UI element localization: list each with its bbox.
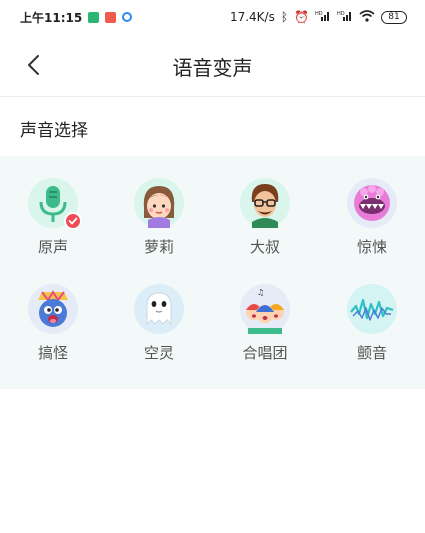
voice-option-label: 空灵 (143, 344, 174, 362)
voice-option-label: 原声 (37, 238, 68, 256)
avatar (28, 284, 78, 334)
selected-check-icon (64, 212, 82, 230)
uncle-avatar-icon (251, 184, 279, 228)
avatar (240, 178, 290, 228)
voice-option-loli[interactable]: 萝莉 (106, 178, 212, 257)
page-title: 语音变声 (172, 56, 253, 80)
avatar (347, 178, 397, 228)
avatar (347, 284, 397, 334)
voice-option-ethereal[interactable]: 空灵 (106, 284, 212, 363)
signal-hd-icon: HD (337, 10, 353, 24)
avatar (134, 178, 184, 228)
battery-indicator: 81 (381, 10, 407, 24)
voice-selection-panel: 原声 萝莉 大叔 惊悚 搞怪 空灵 ♫ 合唱团 颤音 (0, 156, 425, 389)
header-divider (0, 96, 425, 97)
status-bar: 上午11:15 17.4K/s ᛒ ⏰ HD HD 81 (0, 0, 425, 34)
voice-option-label: 搞怪 (37, 344, 68, 362)
nav-bar: 语音变声 (0, 34, 425, 96)
section-title: 声音选择 (20, 121, 88, 141)
voice-option-label: 颤音 (356, 344, 387, 362)
voice-option-uncle[interactable]: 大叔 (212, 178, 318, 257)
voice-option-funny[interactable]: 搞怪 (0, 284, 106, 363)
status-left: 上午11:15 (20, 9, 133, 26)
signal-hd-icon: HD (315, 10, 331, 24)
app-notification-icon (122, 12, 133, 22)
voice-option-vibrato[interactable]: 颤音 (319, 284, 425, 363)
ghost-icon (146, 292, 172, 326)
choir-icon: ♫ (246, 288, 284, 334)
avatar (134, 284, 184, 334)
status-time: 上午11:15 (20, 10, 83, 25)
app-notification-icon (88, 11, 100, 23)
app-notification-icon (105, 11, 117, 23)
status-right: 17.4K/s ᛒ ⏰ HD HD 81 (229, 9, 407, 25)
voice-option-horror[interactable]: 惊悚 (319, 178, 425, 257)
funny-face-icon (38, 290, 68, 327)
voice-option-label: 萝莉 (143, 238, 174, 256)
svg-text:HD: HD (337, 11, 345, 17)
girl-avatar-icon (143, 186, 175, 228)
bluetooth-icon: ᛒ (280, 10, 289, 24)
avatar (28, 178, 82, 230)
svg-text:♫: ♫ (257, 288, 264, 297)
voice-option-label: 惊悚 (356, 238, 387, 256)
vibrato-wave-icon (350, 298, 394, 321)
svg-text:HD: HD (315, 11, 323, 17)
voice-option-label: 大叔 (249, 238, 280, 256)
wifi-icon (359, 9, 375, 25)
voice-option-label: 合唱团 (242, 344, 288, 362)
network-speed: 17.4K/s (229, 10, 275, 24)
voice-option-choir[interactable]: ♫ 合唱团 (212, 284, 318, 363)
avatar: ♫ (240, 284, 290, 334)
alarm-icon: ⏰ (294, 10, 309, 24)
monster-icon (354, 185, 390, 221)
voice-option-original[interactable]: 原声 (0, 178, 106, 257)
